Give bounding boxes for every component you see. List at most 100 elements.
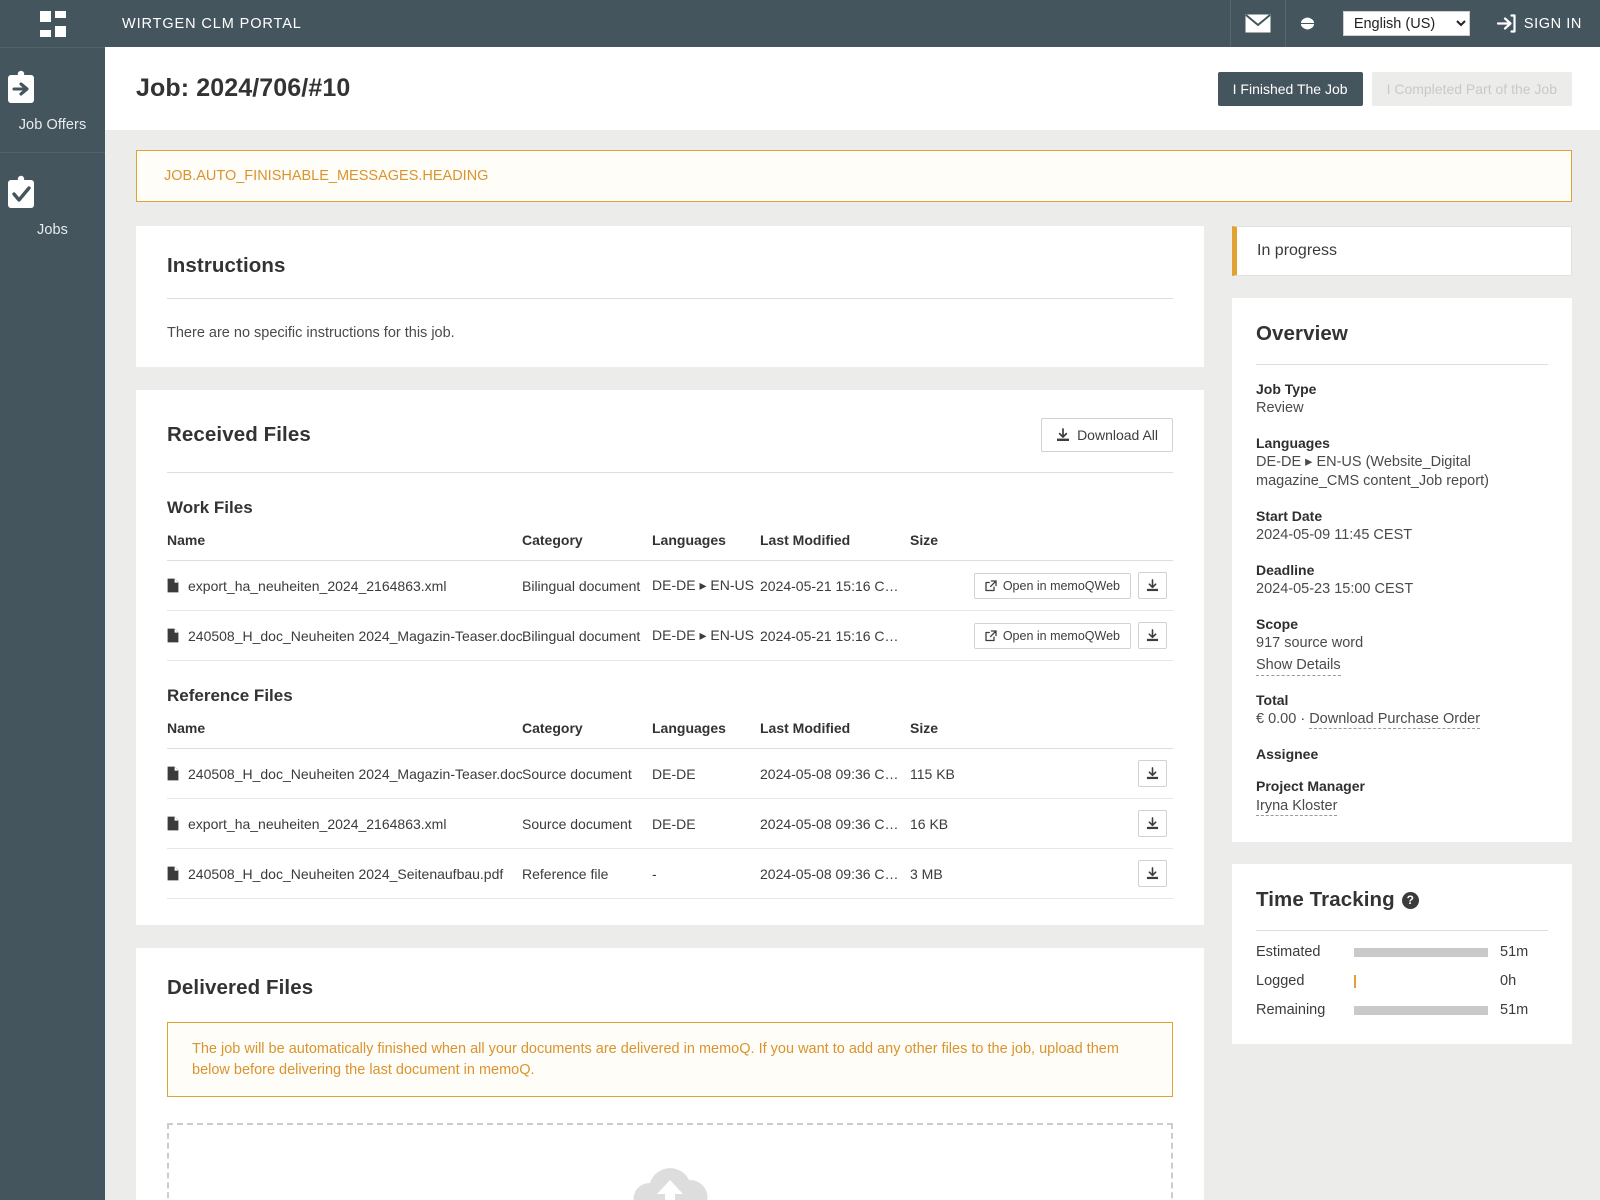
page-header: Job: 2024/706/#10 I Finished The Job I C… (105, 47, 1600, 130)
delivered-files-notice-text: The job will be automatically finished w… (192, 1041, 1119, 1078)
top-bar: WIRTGEN CLM PORTAL English (US) SIGN IN (105, 0, 1600, 47)
overview-card: Overview Job Type Review Languages DE-DE… (1232, 298, 1572, 843)
messages-button[interactable] (1229, 0, 1285, 47)
page-title: Job: 2024/706/#10 (136, 74, 351, 102)
file-languages: DE-DE (652, 748, 760, 799)
status-label: In progress (1257, 242, 1338, 259)
column-header-actions (970, 532, 1173, 561)
delivered-files-card: Delivered Files The job will be automati… (136, 948, 1204, 1200)
open-in-memoqweb-button[interactable]: Open in memoQWeb (973, 622, 1131, 649)
column-header-actions (970, 720, 1173, 749)
project-manager-link[interactable]: Iryna Kloster (1256, 798, 1338, 817)
time-tracking-row-estimated: Estimated 51m (1256, 944, 1548, 960)
sign-in-button[interactable]: SIGN IN (1484, 14, 1600, 33)
file-name[interactable]: export_ha_neuheiten_2024_2164863.xml (188, 578, 446, 594)
row-bar (1354, 947, 1500, 957)
download-icon (1146, 579, 1159, 592)
download-icon (1146, 867, 1159, 880)
download-file-button[interactable] (1138, 622, 1167, 649)
primary-column: Instructions There are no specific instr… (136, 226, 1204, 1200)
column-header-category: Category (522, 532, 652, 561)
reference-files-title: Reference Files (167, 686, 293, 705)
delivered-files-notice: The job will be automatically finished w… (167, 1022, 1173, 1098)
download-purchase-order-link[interactable]: Download Purchase Order (1309, 711, 1481, 730)
cloud-upload-icon (169, 1159, 1171, 1200)
column-header-name: Name (167, 720, 522, 749)
clipboard-check-icon (4, 175, 101, 211)
finish-job-button[interactable]: I Finished The Job (1217, 71, 1363, 106)
column-header-category: Category (522, 720, 652, 749)
time-tracking-title: Time Tracking? (1256, 888, 1548, 912)
file-size (910, 610, 970, 661)
sidebar-item-label: Job Offers (18, 117, 87, 133)
download-all-label: Download All (1077, 427, 1158, 443)
app-root: Job Offers Jobs WIRTGEN CLM PORTAL Engli… (0, 0, 1600, 1200)
time-tracking-row-logged: Logged 0h (1256, 973, 1548, 989)
sign-in-label: SIGN IN (1523, 15, 1582, 32)
row-label: Estimated (1256, 944, 1321, 961)
question-mark-icon[interactable]: ? (1401, 891, 1419, 909)
language-select-cell: English (US) (1329, 0, 1484, 47)
download-all-button[interactable]: Download All (1041, 418, 1173, 452)
file-languages: - (652, 848, 760, 899)
row-label: Remaining (1256, 1002, 1326, 1019)
content-region: JOB.AUTO_FINISHABLE_MESSAGES.HEADING Ins… (105, 130, 1600, 1200)
download-file-button[interactable] (1138, 572, 1167, 599)
column-header-languages: Languages (652, 720, 760, 749)
table-row: 240508_H_doc_Neuheiten 2024_Magazin-Teas… (167, 610, 1173, 661)
sidebar-item-job-offers[interactable]: Job Offers (0, 47, 105, 152)
download-icon (1146, 817, 1159, 830)
overview-label-deadline: Deadline (1256, 561, 1315, 578)
download-icon (1056, 428, 1070, 442)
file-category: Source document (522, 798, 652, 849)
overview-value-start-date: 2024-05-09 11:45 CEST (1256, 527, 1413, 544)
row-label: Logged (1256, 973, 1305, 990)
file-last-modified: 2024-05-08 09:36 CEST (760, 798, 910, 849)
show-details-link[interactable]: Show Details (1256, 657, 1341, 676)
file-icon (167, 866, 179, 881)
table-row: export_ha_neuheiten_2024_2164863.xml Sou… (167, 798, 1173, 849)
file-dropzone[interactable]: DROP FILES HERE OR Add Files Add Links (167, 1123, 1173, 1200)
download-file-button[interactable] (1138, 810, 1167, 837)
overview-value-languages: DE-DE ▸ EN-US (Website_Digital magazine_… (1256, 453, 1489, 490)
sign-in-icon (1496, 14, 1516, 33)
overview-label-assignee: Assignee (1256, 745, 1319, 762)
overview-title: Overview (1256, 322, 1348, 345)
globe-icon (1299, 16, 1315, 31)
divider (1256, 364, 1548, 365)
overview-value-deadline: 2024-05-23 15:00 CEST (1256, 580, 1414, 597)
received-files-card: Received Files Download All Work Files N… (136, 390, 1204, 925)
file-name[interactable]: 240508_H_doc_Neuheiten 2024_Seitenaufbau… (188, 866, 503, 882)
download-file-button[interactable] (1138, 860, 1167, 887)
globe-button[interactable] (1284, 0, 1329, 47)
file-name[interactable]: 240508_H_doc_Neuheiten 2024_Magazin-Teas… (188, 766, 522, 782)
instructions-body: There are no specific instructions for t… (167, 325, 455, 341)
app-logo-icon[interactable] (0, 0, 105, 47)
status-badge: In progress (1232, 226, 1572, 276)
two-column-layout: Instructions There are no specific instr… (136, 226, 1572, 1200)
table-row: export_ha_neuheiten_2024_2164863.xml Bil… (167, 560, 1173, 611)
row-value: 0h (1500, 973, 1517, 990)
file-last-modified: 2024-05-08 09:36 CEST (760, 848, 910, 899)
open-in-memoqweb-button[interactable]: Open in memoQWeb (973, 572, 1131, 599)
reference-files-table: Name Category Languages Last Modified Si… (167, 720, 1173, 899)
time-tracking-row-remaining: Remaining 51m (1256, 1002, 1548, 1018)
download-file-button[interactable] (1138, 760, 1167, 787)
file-icon (167, 766, 179, 781)
table-header-row: Name Category Languages Last Modified Si… (167, 532, 1173, 561)
file-name[interactable]: export_ha_neuheiten_2024_2164863.xml (188, 816, 446, 832)
file-icon (167, 628, 179, 643)
language-select[interactable]: English (US) (1342, 11, 1470, 36)
column-header-size: Size (910, 720, 970, 749)
main-column: WIRTGEN CLM PORTAL English (US) SIGN IN … (105, 0, 1600, 1200)
file-name[interactable]: 240508_H_doc_Neuheiten 2024_Magazin-Teas… (188, 628, 522, 644)
auto-finishable-alert-text: JOB.AUTO_FINISHABLE_MESSAGES.HEADING (164, 168, 489, 184)
sidebar-item-jobs[interactable]: Jobs (0, 152, 105, 257)
table-row: 240508_H_doc_Neuheiten 2024_Magazin-Teas… (167, 748, 1173, 799)
column-header-size: Size (910, 532, 970, 561)
divider (167, 472, 1173, 473)
work-files-table: Name Category Languages Last Modified Si… (167, 532, 1173, 661)
table-row: 240508_H_doc_Neuheiten 2024_Seitenaufbau… (167, 848, 1173, 899)
row-value: 51m (1500, 1002, 1529, 1019)
file-category: Source document (522, 748, 652, 799)
